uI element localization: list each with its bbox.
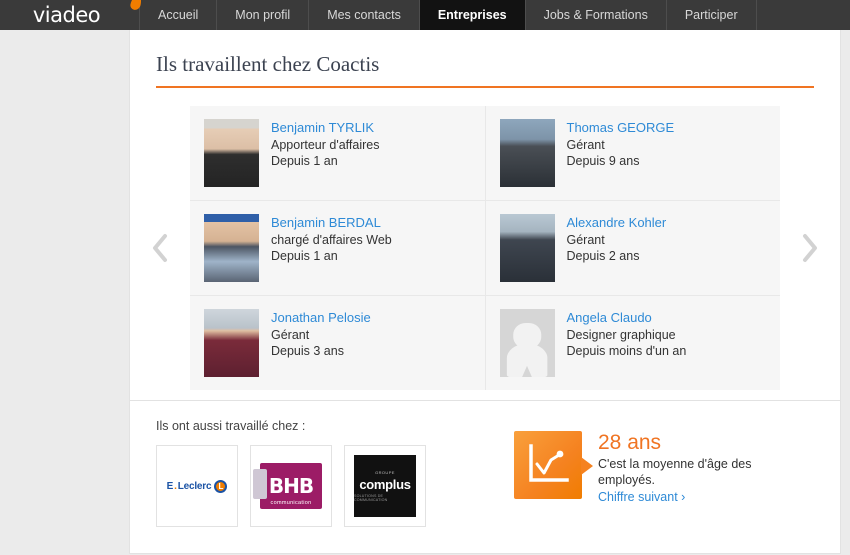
complus-main-text: complus [359, 477, 411, 492]
employee-tenure: Depuis 1 an [271, 249, 338, 263]
employee-name-link[interactable]: Benjamin TYRLIK [271, 120, 379, 136]
statistic-value: 28 ans [598, 431, 662, 454]
chevron-left-icon [153, 234, 167, 262]
employee-card[interactable]: Thomas GEORGE Gérant Depuis 9 ans [485, 106, 780, 200]
nav-item-jobs-formations[interactable]: Jobs & Formations [526, 0, 667, 30]
statistic-description: C'est la moyenne d'âge des employés. [598, 457, 752, 487]
avatar [204, 309, 259, 377]
employee-info: Angela Claudo Designer graphique Depuis … [567, 309, 687, 377]
company-logo-eleclerc[interactable]: E. Leclerc L [156, 445, 238, 527]
employee-card[interactable]: Benjamin BERDAL chargé d'affaires Web De… [190, 201, 485, 295]
employee-name-link[interactable]: Jonathan Pelosie [271, 310, 371, 326]
previous-companies-block: Ils ont aussi travaillé chez : E. Leclerc… [156, 419, 486, 527]
bhb-logo-shape: BHB communication [253, 463, 322, 509]
employee-tenure: Depuis moins d'un an [566, 344, 687, 358]
nav-item-entreprises[interactable]: Entreprises [419, 0, 526, 30]
employee-role: Gérant [566, 138, 605, 152]
employee-role: Gérant [271, 328, 310, 342]
eleclerc-e: E [166, 480, 174, 492]
chevron-right-icon [803, 234, 817, 262]
employee-name-link[interactable]: Angela Claudo [567, 310, 687, 326]
placeholder-body-icon [506, 344, 548, 377]
employee-info: Alexandre Kohler Gérant Depuis 2 ans [567, 214, 667, 282]
employee-name-link[interactable]: Thomas GEORGE [567, 120, 675, 136]
complus-logo-shape: GROUPE complus SOLUTIONS DE COMMUNICATIO… [354, 455, 416, 517]
eleclerc-rest: Leclerc [177, 480, 212, 492]
viadeo-logo-text: viadeo [32, 3, 101, 27]
employee-card[interactable]: Benjamin TYRLIK Apporteur d'affaires Dep… [190, 106, 485, 200]
statistic-text: 28 ans C'est la moyenne d'âge des employ… [598, 431, 803, 506]
also-worked-label: Ils ont aussi travaillé chez : [156, 419, 306, 433]
employee-tenure: Depuis 3 ans [271, 344, 344, 358]
avatar-placeholder [499, 309, 555, 377]
title-underline [156, 86, 814, 88]
employee-card[interactable]: Angela Claudo Designer graphique Depuis … [485, 296, 780, 390]
company-logo-complus[interactable]: GROUPE complus SOLUTIONS DE COMMUNICATIO… [344, 445, 426, 527]
carousel-prev-button[interactable] [130, 106, 190, 390]
employee-role: chargé d'affaires Web [271, 233, 392, 247]
panel-header: Ils travaillent chez Coactis [130, 30, 840, 88]
employee-info: Benjamin BERDAL chargé d'affaires Web De… [271, 214, 392, 282]
employee-info: Jonathan Pelosie Gérant Depuis 3 ans [271, 309, 371, 377]
employee-carousel: Benjamin TYRLIK Apporteur d'affaires Dep… [130, 106, 840, 390]
complus-top-text: GROUPE [375, 470, 395, 475]
next-statistic-link[interactable]: Chiffre suivant › [598, 490, 685, 504]
complus-bottom-text: SOLUTIONS DE COMMUNICATION [354, 494, 388, 502]
statistic-block: 28 ans C'est la moyenne d'âge des employ… [514, 419, 803, 506]
next-statistic-label: Chiffre suivant [598, 490, 678, 504]
avatar [204, 214, 259, 282]
bhb-tab-shape [253, 469, 267, 499]
employee-role: Apporteur d'affaires [271, 138, 380, 152]
nav-item-participer[interactable]: Participer [667, 0, 757, 30]
chart-bubble-icon [514, 431, 593, 499]
employee-info: Thomas GEORGE Gérant Depuis 9 ans [567, 119, 675, 187]
nav-filler [757, 0, 850, 30]
nav-item-mes-contacts[interactable]: Mes contacts [309, 0, 420, 30]
employee-role: Designer graphique [566, 328, 676, 342]
employee-info: Benjamin TYRLIK Apporteur d'affaires Dep… [271, 119, 379, 187]
eleclerc-mark-icon: L [214, 479, 228, 493]
avatar [499, 119, 555, 187]
employee-tenure: Depuis 1 an [271, 154, 338, 168]
employee-tenure: Depuis 9 ans [566, 154, 640, 168]
nav-item-mon-profil[interactable]: Mon profil [217, 0, 310, 30]
employee-grid: Benjamin TYRLIK Apporteur d'affaires Dep… [190, 106, 780, 390]
avatar [499, 214, 555, 282]
eleclerc-wordmark: E. Leclerc L [166, 479, 228, 493]
bottom-section: Ils ont aussi travaillé chez : E. Leclerc… [130, 401, 840, 553]
chevron-right-small-icon: › [681, 490, 686, 504]
employee-tenure: Depuis 2 ans [566, 249, 640, 263]
top-navigation-bar: viadeo Accueil Mon profil Mes contacts E… [0, 0, 850, 30]
employee-role: Gérant [566, 233, 605, 247]
nav-item-accueil[interactable]: Accueil [140, 0, 218, 30]
page-title: Ils travaillent chez Coactis [156, 52, 380, 76]
employee-name-link[interactable]: Alexandre Kohler [567, 215, 667, 231]
employee-card[interactable]: Alexandre Kohler Gérant Depuis 2 ans [485, 201, 780, 295]
avatar [204, 119, 259, 187]
employee-card[interactable]: Jonathan Pelosie Gérant Depuis 3 ans [190, 296, 485, 390]
employee-name-link[interactable]: Benjamin BERDAL [271, 215, 392, 231]
carousel-next-button[interactable] [780, 106, 840, 390]
company-logo-bhb[interactable]: BHB communication [250, 445, 332, 527]
eleclerc-dot: . [174, 480, 177, 492]
bhb-subtitle: communication [270, 500, 312, 506]
company-logo-list: E. Leclerc L BHB communication GROUPE com… [156, 445, 486, 527]
viadeo-logo[interactable]: viadeo [0, 0, 143, 30]
bhb-letters: BHB [268, 474, 314, 498]
content-panel: Ils travaillent chez Coactis Benjamin TY… [130, 30, 840, 553]
